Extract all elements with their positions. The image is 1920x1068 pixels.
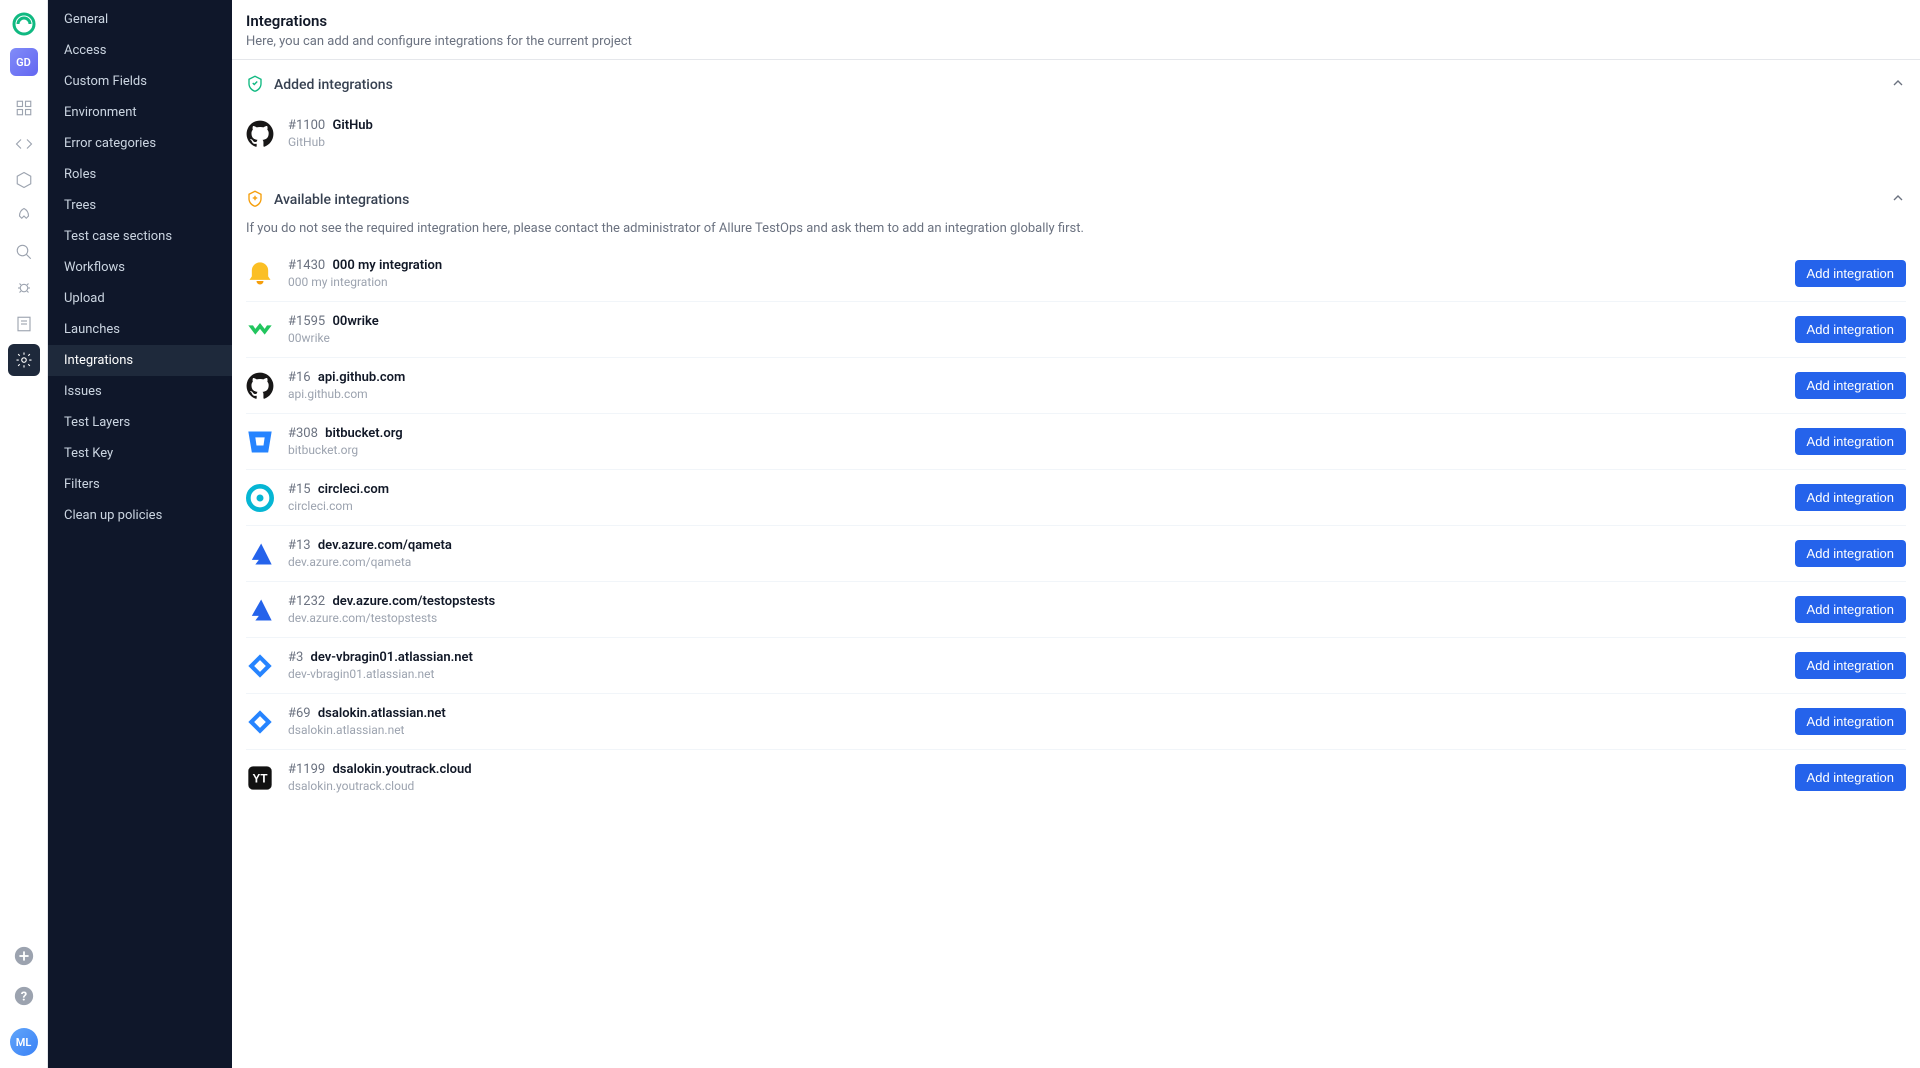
integration-row: #308 bitbucket.org bitbucket.org Add integ…: [246, 414, 1906, 470]
sidebar-item-issues[interactable]: Issues: [48, 376, 232, 407]
add-integration-button[interactable]: Add integration: [1795, 316, 1906, 343]
sidebar-item-test-case-sections[interactable]: Test case sections: [48, 221, 232, 252]
nav-defects-icon[interactable]: [8, 272, 40, 304]
integration-title: #69 dsalokin.atlassian.net: [288, 706, 1781, 721]
add-integration-button[interactable]: Add integration: [1795, 540, 1906, 567]
add-integration-button[interactable]: Add integration: [1795, 484, 1906, 511]
jira-icon: [246, 708, 274, 736]
youtrack-icon: [246, 764, 274, 792]
sidebar-item-test-layers[interactable]: Test Layers: [48, 407, 232, 438]
integration-title: #1430 000 my integration: [288, 258, 1781, 273]
integration-title: #3 dev-vbragin01.atlassian.net: [288, 650, 1781, 665]
added-integrations-section: Added integrations #1100 GitHub GitHub: [232, 60, 1920, 175]
azure-icon: [246, 540, 274, 568]
integration-subtitle: dsalokin.youtrack.cloud: [288, 779, 1781, 793]
nav-reports-icon[interactable]: [8, 308, 40, 340]
sidebar-item-upload[interactable]: Upload: [48, 283, 232, 314]
integration-subtitle: dev.azure.com/testopstests: [288, 611, 1781, 625]
available-section-icon: [246, 189, 264, 211]
integration-subtitle: bitbucket.org: [288, 443, 1781, 457]
sidebar-item-test-key[interactable]: Test Key: [48, 438, 232, 469]
integration-subtitle: circleci.com: [288, 499, 1781, 513]
sidebar-item-roles[interactable]: Roles: [48, 159, 232, 190]
added-section-title: Added integrations: [274, 77, 1880, 93]
nav-settings-icon[interactable]: [8, 344, 40, 376]
integration-row: #13 dev.azure.com/qameta dev.azure.com/qa…: [246, 526, 1906, 582]
integration-title: #308 bitbucket.org: [288, 426, 1781, 441]
sidebar-item-access[interactable]: Access: [48, 35, 232, 66]
integration-row: #1595 00wrike 00wrike Add integration: [246, 302, 1906, 358]
add-integration-button[interactable]: Add integration: [1795, 652, 1906, 679]
bell-icon: [246, 260, 274, 288]
sidebar-item-clean-up-policies[interactable]: Clean up policies: [48, 500, 232, 531]
integration-title: #13 dev.azure.com/qameta: [288, 538, 1781, 553]
integration-subtitle: dsalokin.atlassian.net: [288, 723, 1781, 737]
integration-title: #1100 GitHub: [288, 118, 1906, 133]
icon-rail: GD ML: [0, 0, 48, 1068]
add-integration-button[interactable]: Add integration: [1795, 596, 1906, 623]
integration-row: #3 dev-vbragin01.atlassian.net dev-vbragi…: [246, 638, 1906, 694]
sidebar-item-workflows[interactable]: Workflows: [48, 252, 232, 283]
nav-dashboard-icon[interactable]: [8, 92, 40, 124]
integration-subtitle: GitHub: [288, 135, 1906, 149]
add-integration-button[interactable]: Add integration: [1795, 260, 1906, 287]
integration-title: #16 api.github.com: [288, 370, 1781, 385]
github-icon: [246, 120, 274, 148]
integration-subtitle: api.github.com: [288, 387, 1781, 401]
integration-row: #1430 000 my integration 000 my integrati…: [246, 246, 1906, 302]
nav-testplans-icon[interactable]: [8, 164, 40, 196]
sidebar-item-environment[interactable]: Environment: [48, 97, 232, 128]
integration-subtitle: dev-vbragin01.atlassian.net: [288, 667, 1781, 681]
azure-icon: [246, 596, 274, 624]
sidebar-item-error-categories[interactable]: Error categories: [48, 128, 232, 159]
integration-subtitle: dev.azure.com/qameta: [288, 555, 1781, 569]
nav-launches-icon[interactable]: [8, 200, 40, 232]
page-header: Integrations Here, you can add and confi…: [232, 0, 1920, 60]
sidebar-item-filters[interactable]: Filters: [48, 469, 232, 500]
page-subtitle: Here, you can add and configure integrat…: [246, 34, 1906, 49]
integration-title: #15 circleci.com: [288, 482, 1781, 497]
sidebar-item-general[interactable]: General: [48, 4, 232, 35]
integration-title: #1595 00wrike: [288, 314, 1781, 329]
chevron-up-icon[interactable]: [1890, 190, 1906, 210]
add-integration-button[interactable]: Add integration: [1795, 428, 1906, 455]
add-integration-button[interactable]: Add integration: [1795, 372, 1906, 399]
wrike-icon: [246, 316, 274, 344]
integration-row: #15 circleci.com circleci.com Add integrat…: [246, 470, 1906, 526]
integration-row: #69 dsalokin.atlassian.net dsalokin.atlas…: [246, 694, 1906, 750]
sidebar-item-trees[interactable]: Trees: [48, 190, 232, 221]
main-content: Integrations Here, you can add and confi…: [232, 0, 1920, 1068]
available-integrations-section: Available integrations If you do not see…: [232, 175, 1920, 819]
integration-row: #16 api.github.com api.github.com Add inte…: [246, 358, 1906, 414]
integration-row: #1232 dev.azure.com/testopstests dev.azur…: [246, 582, 1906, 638]
help-icon[interactable]: [8, 980, 40, 1012]
available-section-desc: If you do not see the required integrati…: [246, 221, 1906, 236]
jira-icon: [246, 652, 274, 680]
add-button-icon[interactable]: [8, 940, 40, 972]
add-integration-button[interactable]: Add integration: [1795, 708, 1906, 735]
integration-title: #1232 dev.azure.com/testopstests: [288, 594, 1781, 609]
user-avatar[interactable]: ML: [10, 1028, 38, 1056]
available-section-title: Available integrations: [274, 192, 1880, 208]
add-integration-button[interactable]: Add integration: [1795, 764, 1906, 791]
integration-subtitle: 00wrike: [288, 331, 1781, 345]
sidebar-item-integrations[interactable]: Integrations: [48, 345, 232, 376]
added-section-icon: [246, 74, 264, 96]
integration-row[interactable]: #1100 GitHub GitHub: [246, 106, 1906, 161]
integration-row: #1199 dsalokin.youtrack.cloud dsalokin.yo…: [246, 750, 1906, 805]
github-icon: [246, 372, 274, 400]
project-badge[interactable]: GD: [10, 48, 38, 76]
circleci-icon: [246, 484, 274, 512]
page-title: Integrations: [246, 12, 1906, 30]
sidebar-item-custom-fields[interactable]: Custom Fields: [48, 66, 232, 97]
app-logo-icon[interactable]: [10, 10, 38, 38]
integration-subtitle: 000 my integration: [288, 275, 1781, 289]
nav-analytics-icon[interactable]: [8, 236, 40, 268]
integration-title: #1199 dsalokin.youtrack.cloud: [288, 762, 1781, 777]
sidebar-item-launches[interactable]: Launches: [48, 314, 232, 345]
chevron-up-icon[interactable]: [1890, 75, 1906, 95]
bitbucket-icon: [246, 428, 274, 456]
nav-testcases-icon[interactable]: [8, 128, 40, 160]
settings-sidebar: GeneralAccessCustom FieldsEnvironmentErr…: [48, 0, 232, 1068]
